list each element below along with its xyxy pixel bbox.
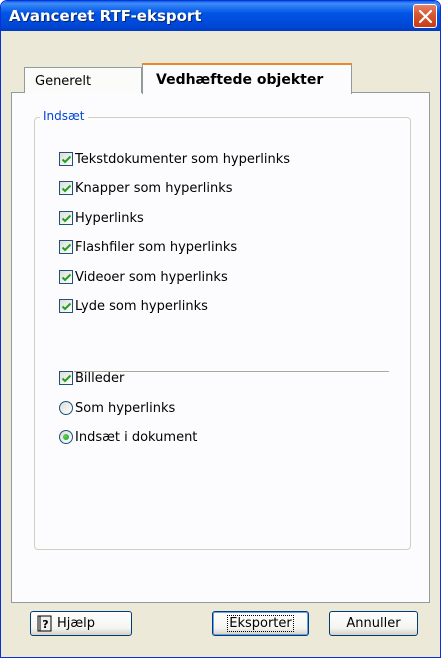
checkmark-icon <box>61 273 72 282</box>
close-button[interactable] <box>413 4 437 28</box>
checkbox[interactable] <box>59 240 73 254</box>
dialog-window: Avanceret RTF-eksport Generelt Vedhæfted… <box>0 0 441 658</box>
option-label: Tekstdokumenter som hyperlinks <box>75 151 290 167</box>
option-hyperlinks[interactable]: Hyperlinks <box>59 209 144 227</box>
checkmark-icon <box>61 155 72 164</box>
option-flash-files[interactable]: Flashfiler som hyperlinks <box>59 238 237 256</box>
option-label: Hyperlinks <box>75 210 144 226</box>
radio-selected-dot <box>63 434 69 440</box>
checkbox[interactable] <box>59 152 73 166</box>
checkbox[interactable] <box>59 299 73 313</box>
option-sounds[interactable]: Lyde som hyperlinks <box>59 297 208 315</box>
close-icon <box>419 10 432 23</box>
help-button[interactable]: ? Hjælp <box>30 611 132 636</box>
radio-button[interactable] <box>59 430 73 444</box>
checkmark-icon <box>61 214 72 223</box>
tab-attached-objects[interactable]: Vedhæftede objekter <box>142 63 352 94</box>
option-label: Billeder <box>75 370 125 386</box>
export-button[interactable]: Eksporter <box>212 611 309 636</box>
checkmark-icon <box>61 374 72 383</box>
help-button-label: Hjælp <box>57 616 96 631</box>
radio-as-hyperlinks[interactable]: Som hyperlinks <box>59 399 175 417</box>
radio-label: Som hyperlinks <box>75 400 176 416</box>
tab-general-label: Generelt <box>35 74 92 89</box>
tab-general[interactable]: Generelt <box>24 67 142 93</box>
checkmark-icon <box>61 184 72 193</box>
checkmark-icon <box>61 243 72 252</box>
title-bar[interactable]: Avanceret RTF-eksport <box>1 1 440 31</box>
option-label: Lyde som hyperlinks <box>75 298 208 314</box>
option-text-documents[interactable]: Tekstdokumenter som hyperlinks <box>59 150 290 168</box>
checkbox[interactable] <box>59 181 73 195</box>
radio-insert-in-document[interactable]: Indsæt i dokument <box>59 428 197 446</box>
export-button-label: Eksporter <box>227 615 294 632</box>
radio-label: Indsæt i dokument <box>75 429 198 445</box>
checkbox[interactable] <box>59 270 73 284</box>
checkbox[interactable] <box>59 371 73 385</box>
option-videos[interactable]: Videoer som hyperlinks <box>59 268 228 286</box>
svg-text:?: ? <box>42 618 48 631</box>
insert-group-label: Indsæt <box>40 109 88 123</box>
option-label: Flashfiler som hyperlinks <box>75 239 238 255</box>
help-book-icon: ? <box>37 615 52 632</box>
dialog-client-area: Generelt Vedhæftede objekter Indsæt Teks… <box>4 31 437 656</box>
option-buttons[interactable]: Knapper som hyperlinks <box>59 179 233 197</box>
tab-attached-objects-label: Vedhæftede objekter <box>156 72 324 88</box>
checkmark-icon <box>61 302 72 311</box>
cancel-button-label: Annuller <box>346 616 401 631</box>
option-images[interactable]: Billeder <box>59 369 124 387</box>
window-title: Avanceret RTF-eksport <box>9 7 202 25</box>
cancel-button[interactable]: Annuller <box>329 611 418 636</box>
option-label: Knapper som hyperlinks <box>75 180 233 196</box>
option-label: Videoer som hyperlinks <box>75 269 228 285</box>
radio-button[interactable] <box>59 401 73 415</box>
checkbox[interactable] <box>59 211 73 225</box>
